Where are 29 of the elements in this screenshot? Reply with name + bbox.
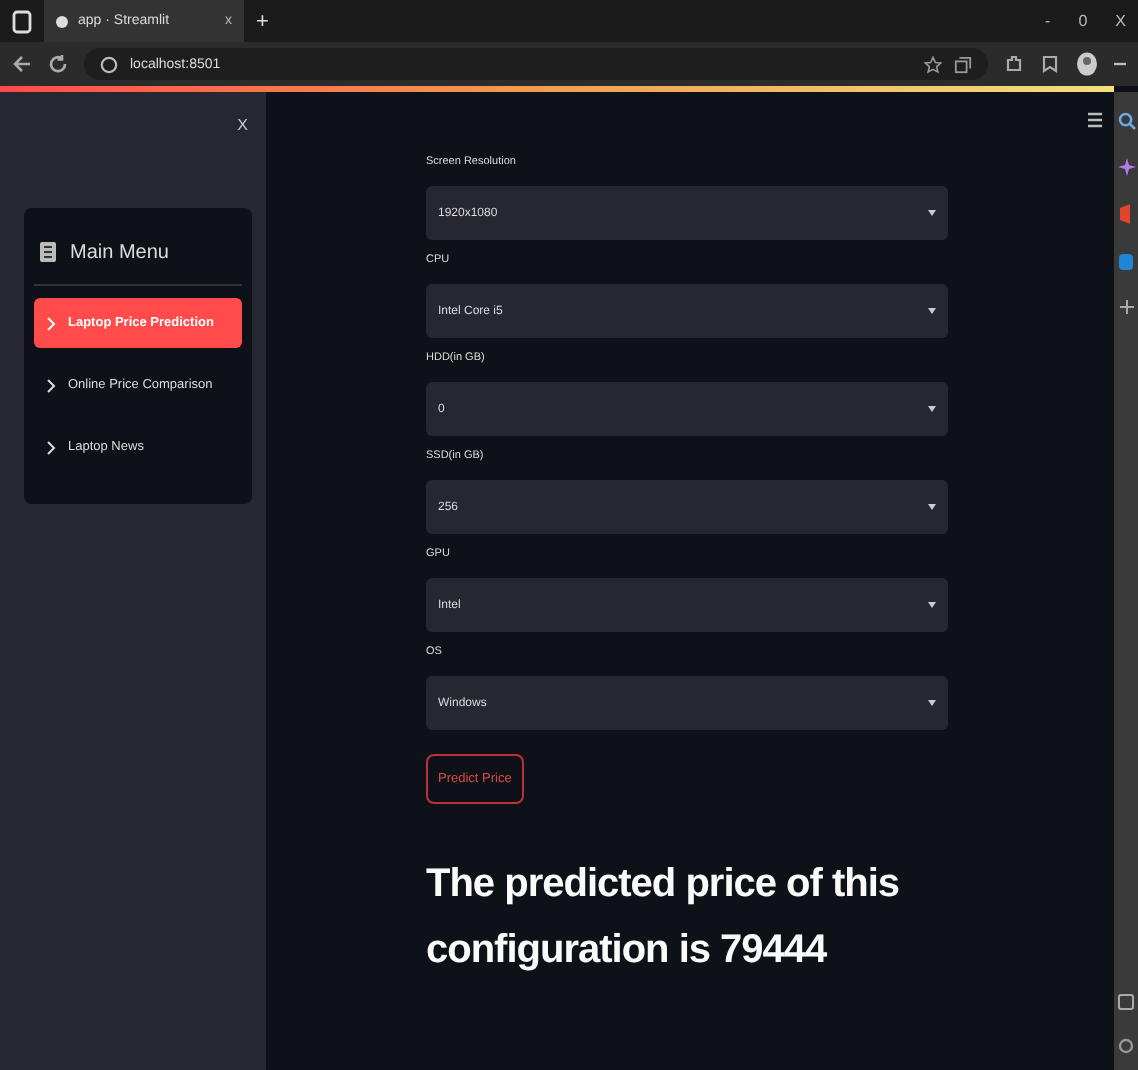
favicon-icon (56, 15, 68, 27)
dropdown-icon (928, 210, 936, 216)
dropdown-icon (928, 406, 936, 412)
book-icon (38, 240, 58, 264)
collections-icon[interactable] (954, 55, 972, 73)
sparkle-icon[interactable] (1117, 158, 1135, 176)
result-heading: The predicted price of this configuration is 79444 (426, 860, 902, 976)
dropdown-icon (928, 308, 936, 314)
star-icon[interactable] (924, 55, 942, 73)
window-control[interactable]: 0 (1078, 12, 1088, 30)
dropdown-icon (928, 602, 936, 608)
reload-icon[interactable] (48, 54, 68, 74)
dropdown-icon (928, 504, 936, 510)
extensions-icon[interactable] (1004, 54, 1024, 74)
chevron-icon (46, 315, 56, 331)
menu-icon[interactable] (1088, 112, 1102, 128)
menu-title: Main Menu (70, 241, 169, 263)
profile-icon[interactable] (1076, 52, 1098, 76)
favorites-icon[interactable] (1040, 54, 1060, 74)
chevron-icon (46, 377, 56, 393)
back-arrow-icon[interactable] (12, 54, 32, 74)
close-button[interactable]: X (237, 116, 248, 208)
window-control[interactable]: X (1115, 12, 1126, 30)
add-icon[interactable] (1119, 300, 1133, 314)
window-control[interactable]: - (1045, 12, 1051, 30)
dropdown-icon (928, 700, 936, 706)
chevron-icon (46, 439, 56, 455)
search-icon[interactable] (1117, 112, 1135, 130)
new-tab-button[interactable]: + (256, 9, 269, 33)
